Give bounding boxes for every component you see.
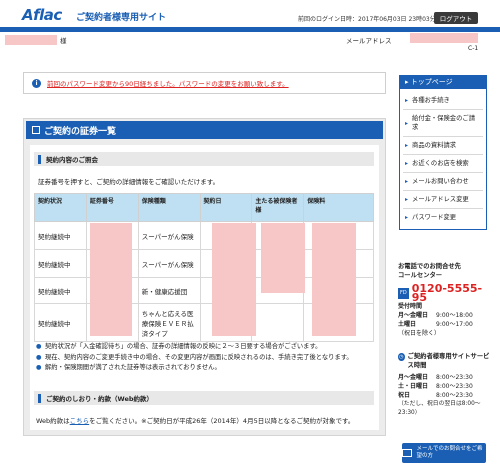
status-cell: 契約継続中 [34, 303, 87, 342]
service-note: （ただし、祝日の翌日は8:00～23:30） [398, 401, 481, 416]
column-header-status: 契約状況 [34, 193, 87, 222]
web-terms-text: Web約款はこちらをご覧ください。※ご契約日が平成26年（2014年）4月5日以… [36, 417, 355, 425]
password-change-link[interactable]: 前回のパスワード変更から90日経ちました。パスワードの変更をお願い致します。 [47, 78, 289, 88]
insured-cell [251, 303, 305, 342]
service-hours-title: ◷ ご契約者様専用サイトサービス時間 [398, 353, 490, 369]
password-alert: i 前回のパスワード変更から90日経ちました。パスワードの変更をお願い致します。 [23, 72, 386, 94]
site-service-hours: ◷ ご契約者様専用サイトサービス時間 月～金曜日 8:00～23:30 土・日曜日 8… [398, 352, 490, 418]
hours-note: （祝日を除く） [398, 330, 441, 337]
insurance-type-cell: スーパーがん保険 [137, 221, 201, 250]
web-terms-title: ご契約のしおり・約款（Web約款） [46, 395, 153, 403]
chevron-right-icon: ▸ [405, 160, 409, 167]
envelope-icon [402, 449, 413, 457]
chevron-right-icon: ▸ [405, 196, 409, 203]
chevron-right-icon: ▸ [405, 142, 409, 149]
mail-inquiry-button[interactable]: メールでのお問合せをご希望の方 [402, 443, 486, 463]
logout-button[interactable]: ログアウト [434, 12, 478, 24]
column-header-policy-number: 証券番号 [85, 193, 139, 222]
contract-inquiry-title: 契約内容のご照会 [46, 156, 98, 164]
aflac-logo[interactable]: Aflac [22, 6, 62, 24]
chevron-right-icon: ▸ [405, 97, 409, 104]
page-code: C-1 [468, 45, 479, 52]
premiums-redacted [312, 223, 356, 336]
freedial-icon: FD [398, 287, 409, 299]
sidebar-item-store-search[interactable]: ▸ お近くのお店を検索 [403, 155, 483, 173]
section-marker [38, 154, 41, 164]
document-icon [32, 126, 40, 134]
hours-label: 受付時間 [398, 303, 423, 310]
policy-numbers-redacted [90, 223, 132, 336]
user-name-suffix: 様 [60, 37, 67, 45]
sidebar-item-claims[interactable]: ▸ 給付金・保険金のご請求 [403, 110, 483, 137]
insurance-type-cell: 新・健康応援団 [137, 277, 201, 304]
user-name-redacted [5, 35, 57, 45]
instruction-text: 証券番号を押すと、ご契約の詳細情報をご確認いただけます。 [38, 178, 220, 186]
contract-list-title-bar: ご契約の証券一覧 [26, 121, 383, 139]
contact-intro: お電話でのお問合せ先 [398, 263, 461, 270]
last-login-datetime: 前回のログイン日時：2017年06月03日 23時03分 [298, 16, 436, 23]
call-center-label: コールセンター [398, 272, 443, 279]
column-header-premium: 保険料 [303, 193, 374, 222]
status-cell: 契約継続中 [34, 277, 87, 304]
header-divider [0, 27, 500, 32]
chevron-right-icon: ▸ [405, 214, 409, 221]
email-label: メールアドレス [346, 37, 392, 45]
email-redacted [410, 33, 478, 43]
note-item: ● 解約・保険期間が満了された証券等は表示されておりません。 [36, 364, 221, 371]
sidebar-item-password-change[interactable]: ▸ パスワード変更 [403, 209, 483, 226]
column-header-insurance-type: 保険種類 [137, 193, 201, 222]
note-item: ● 現在、契約内容のご変更手続き中の場合、その変更内容が画面に反映されるのは、手続… [36, 353, 353, 361]
insured-redacted [261, 223, 305, 293]
call-hours: 月～金曜日 9:00～18:00 土曜日 9:00～17:00 [398, 312, 473, 328]
contract-dates-redacted [212, 223, 256, 336]
notes: ● 契約状況が「入金確認待ち」の場合、証券の詳細情報の反映に２～３日要する場合がご… [36, 342, 376, 374]
column-header-contract-date: 契約日 [199, 193, 253, 222]
insurance-type-cell: スーパーがん保険 [137, 249, 201, 278]
site-title: ご契約者様専用サイト [76, 13, 167, 23]
chevron-right-icon: ▸ [405, 119, 409, 127]
chevron-right-icon: ▸ [405, 178, 409, 185]
column-header-insured: 主たる被保険者様 [251, 193, 305, 222]
nav-top-page[interactable]: ▸ トップページ [399, 75, 487, 89]
phone-contact: お電話でのお問合せ先 コールセンター FD 0120-5555-95 受付時間 … [398, 262, 490, 338]
insurance-type-cell: ちゃんと応える医療保険ＥＶＥＲ払済タイプ [137, 303, 201, 342]
contract-inquiry-header: 契約内容のご照会 [34, 152, 374, 166]
sidebar-item-procedures[interactable]: ▸ 各種お手続き [403, 92, 483, 110]
phone-number[interactable]: FD 0120-5555-95 [398, 283, 490, 303]
info-icon: i [32, 78, 41, 88]
section-marker [38, 393, 41, 403]
contract-list-title: ご契約の証券一覧 [44, 126, 117, 137]
sidebar-item-email-change[interactable]: ▸ メールアドレス変更 [403, 191, 483, 209]
sidebar-nav: ▸ 各種お手続き ▸ 給付金・保険金のご請求 ▸ 商品の資料請求 ▸ お近くのお店を検索… [399, 89, 487, 230]
status-cell: 契約継続中 [34, 249, 87, 278]
web-terms-header: ご契約のしおり・約款（Web約款） [34, 391, 374, 405]
sidebar-item-mail-inquiry[interactable]: ▸ メールお問い合わせ [403, 173, 483, 191]
web-terms-link[interactable]: こちら [70, 417, 90, 425]
service-hours: 月～金曜日 8:00～23:30 土・日曜日 8:00～23:30 祝日 8:00～2… [398, 374, 473, 399]
note-item: ● 契約状況が「入金確認待ち」の場合、証券の詳細情報の反映に２～３日要する場合がご… [36, 343, 322, 350]
clock-icon: ◷ [398, 353, 405, 361]
sidebar-item-brochure[interactable]: ▸ 商品の資料請求 [403, 137, 483, 155]
table-header-row: 契約状況 証券番号 保険種類 契約日 主たる被保険者様 保険料 [34, 193, 374, 222]
status-cell: 契約継続中 [34, 221, 87, 250]
